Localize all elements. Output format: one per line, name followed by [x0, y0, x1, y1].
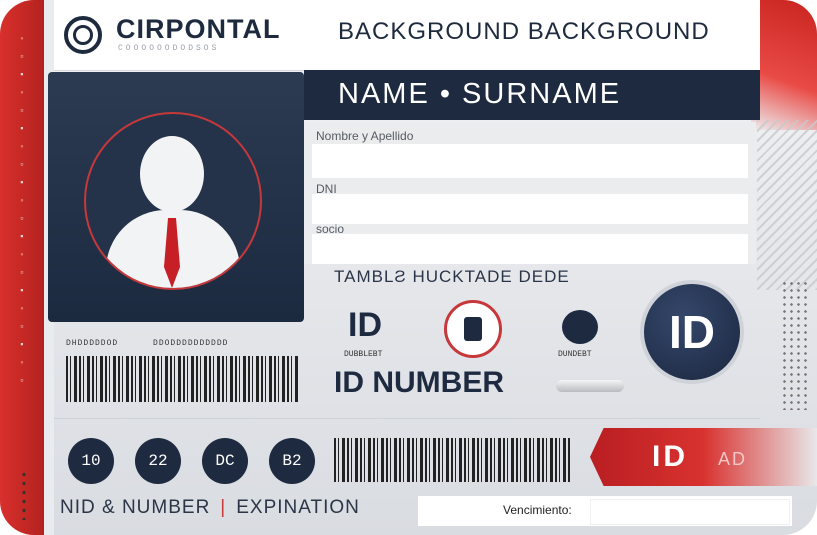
dot-column — [20, 470, 28, 520]
barcode — [66, 356, 298, 402]
id-badge-icon: ID — [640, 280, 744, 384]
lock-caption: DUNDEBT — [558, 350, 592, 359]
document-icon — [444, 300, 502, 358]
barcode-bottom — [334, 438, 570, 482]
id-ribbon — [590, 428, 817, 486]
dot-pattern — [781, 280, 811, 410]
ribbon-id-text: ID — [652, 440, 688, 473]
id-small-caption: DUBBLEBT — [344, 350, 383, 359]
id-label-small: ID — [348, 306, 382, 344]
dni-input[interactable] — [312, 194, 748, 224]
lock-icon — [562, 310, 598, 344]
nid-number-label: NID & NUMBER — [60, 497, 211, 518]
id-number-heading: ID NUMBER — [334, 366, 504, 399]
expiry-input[interactable] — [590, 499, 790, 525]
code-circle-1: 10 — [68, 438, 114, 484]
nombre-apellido-input[interactable] — [312, 144, 748, 178]
code-circle-4: B2 — [269, 438, 315, 484]
code-circle-2: 22 — [135, 438, 181, 484]
tagline: TAMBLƧ HUCKTADE DEDE — [334, 267, 570, 286]
divider — [54, 418, 760, 419]
ribbon-sub-text: AD — [718, 449, 748, 469]
socio-input[interactable] — [312, 234, 748, 264]
brand-name: CIRPONTAL — [116, 14, 281, 44]
left-edge-pattern: ◦ ▫ ▪ ◦ ▫ ▪ ◦ ▫ ▪ ◦ ▫ ▪ ◦ ▫ ▪ ◦ ▫ ▪ ◦ ▫ — [19, 34, 25, 386]
red-right-corner — [751, 0, 817, 130]
field-label-nombre: Nombre y Apellido — [316, 129, 414, 143]
bottom-labels: NID & NUMBER | EXPINATION — [60, 497, 360, 519]
id-card: ◦ ▫ ▪ ◦ ▫ ▪ ◦ ▫ ▪ ◦ ▫ ▪ ◦ ▫ ▪ ◦ ▫ ▪ ◦ ▫ CIRPONTAL COOOOOODO… — [0, 0, 817, 535]
name-surname-heading: NAME • SURNAME — [338, 78, 622, 110]
user-avatar-icon — [84, 112, 262, 290]
background-title: BACKGROUND BACKGROUND — [338, 18, 710, 45]
expiration-label: EXPINATION — [236, 497, 360, 518]
pen-icon — [556, 380, 624, 392]
hatch-pattern — [757, 120, 817, 290]
member-form: Nombre y Apellido DNI socio — [304, 122, 756, 264]
barcode-label: DHDDDDDOD DDODDDDDDDDDD — [66, 339, 229, 348]
expiry-label: Vencimiento: — [503, 503, 572, 517]
brand-subtitle: COOOOOODODSOS — [118, 44, 220, 53]
separator: | — [220, 497, 227, 518]
brand-logo-icon — [64, 16, 102, 54]
code-circle-3: DC — [202, 438, 248, 484]
